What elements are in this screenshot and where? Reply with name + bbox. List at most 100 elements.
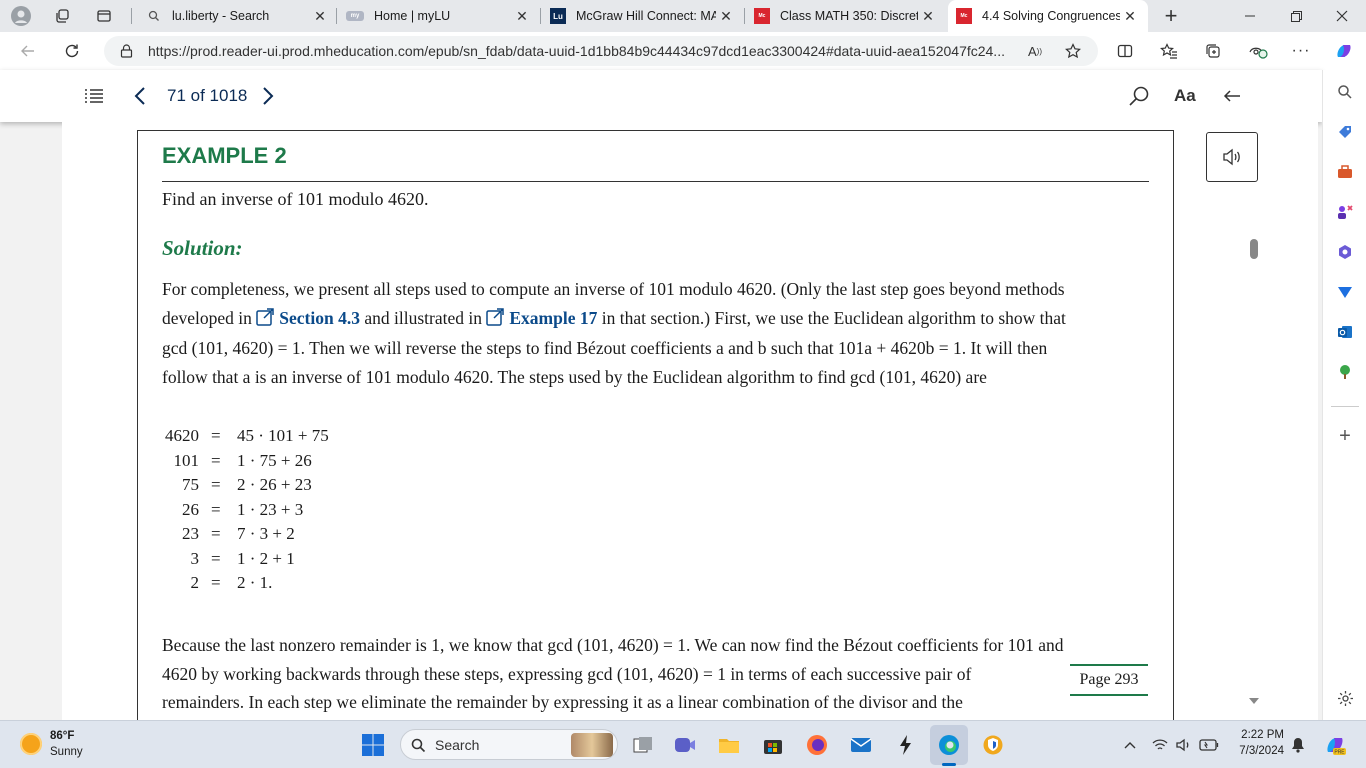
tree-icon[interactable] [1335,362,1355,382]
shopping-tag-icon[interactable] [1335,122,1355,142]
copilot-icon[interactable] [1332,40,1356,62]
back-arrow-icon[interactable] [16,40,40,62]
chevron-up-icon[interactable] [1120,735,1140,755]
read-aloud-icon[interactable]: A)) [1024,41,1046,61]
reader-toolbar: 71 of 1018 Aa [0,70,1322,122]
minimize-button[interactable] [1238,6,1262,26]
close-icon[interactable]: ✕ [716,8,736,25]
close-icon[interactable]: ✕ [310,8,330,25]
shield-icon[interactable] [980,732,1006,758]
add-icon[interactable]: + [1335,425,1355,447]
tab-mylu[interactable]: my Home | myLU ✕ [340,0,538,32]
mylu-icon: my [346,11,364,21]
edge-sidebar: + [1322,70,1366,720]
book-page: EXAMPLE 2 Find an inverse of 101 modulo … [62,122,1318,730]
weather-widget[interactable]: 86°F Sunny [18,729,138,763]
copilot-preview-icon[interactable]: PRE [1322,732,1348,758]
teams-meet-icon[interactable] [672,732,698,758]
firefox-icon[interactable] [804,732,830,758]
mail-icon[interactable] [848,732,874,758]
scrollbar-thumb[interactable] [1250,239,1258,259]
restore-button[interactable] [1284,6,1308,26]
close-icon[interactable]: ✕ [918,8,938,25]
previous-page-icon[interactable] [130,84,150,108]
split-screen-icon[interactable] [1114,40,1136,62]
active-app-indicator [942,763,956,766]
equals-sign: = [211,426,221,445]
send-icon[interactable] [1335,282,1355,302]
equation-lhs: 101 [173,450,200,470]
scroll-down-arrow[interactable] [1249,698,1259,704]
microsoft-store-icon[interactable] [760,732,786,758]
windows-start-icon[interactable] [360,732,386,758]
close-icon[interactable]: ✕ [1120,8,1140,25]
search-icon[interactable] [1335,82,1355,102]
clock-date[interactable]: 7/3/2024 [1226,745,1284,757]
svg-text:PRE: PRE [1334,750,1345,756]
extensions-icon[interactable] [1246,40,1270,62]
example-box: EXAMPLE 2 Find an inverse of 101 modulo … [137,130,1174,730]
page-counter: 71 of 1018 [167,86,248,105]
tab-title: lu.liberty - Search [172,9,270,23]
more-options-icon[interactable]: ··· [1290,40,1312,62]
favorite-star-icon[interactable] [1062,41,1084,61]
equation-lhs: 3 [190,548,200,568]
weather-temperature: 86°F [50,730,75,742]
lock-icon[interactable] [118,43,134,59]
back-return-icon[interactable] [1220,84,1244,108]
equation-lhs: 2 [190,573,200,592]
table-of-contents-icon[interactable] [82,84,106,108]
wifi-icon[interactable] [1150,735,1170,755]
address-bar[interactable]: https://prod.reader-ui.prod.mheducation.… [104,36,1098,66]
collections-icon[interactable] [1202,40,1224,62]
games-icon[interactable] [1335,202,1355,222]
search-icon[interactable] [1126,83,1152,109]
tab-connect[interactable]: Lu McGraw Hill Connect: MAT ✕ [544,0,742,32]
notification-bell-icon[interactable] [1288,735,1308,755]
page-marker-label: Page 293 [1079,671,1139,688]
equation-lhs: 26 [182,499,199,519]
power-automate-icon[interactable] [892,732,918,758]
paragraph-line: 4620 by working backwards through these … [162,663,972,684]
tab-class-math[interactable]: Mc Class MATH 350: Discrete ✕ [748,0,944,32]
taskbar-search-box[interactable]: Search [400,729,618,760]
solution-paragraph-2: Because the last nonzero remainder is 1,… [162,631,1152,717]
windows-taskbar: 86°F Sunny Search 2:22 PM 7/3/2024 PRE [0,720,1366,768]
new-tab-button[interactable]: + [1160,3,1182,28]
equation-lhs: 75 [182,475,199,494]
close-window-button[interactable] [1330,6,1354,26]
tab-actions-icon[interactable] [94,6,114,26]
settings-gear-icon[interactable] [1335,688,1355,708]
tab-solving-congruences[interactable]: Mc 4.4 Solving Congruences ✕ [948,0,1148,32]
audio-button[interactable] [1206,132,1258,182]
file-explorer-icon[interactable] [716,732,742,758]
reader-viewport: 71 of 1018 Aa EXAMPLE 2 Find an inverse … [0,70,1322,730]
tab-title: McGraw Hill Connect: MAT [576,9,716,23]
equals-sign: = [211,475,221,494]
edge-browser-icon[interactable] [936,732,962,758]
task-view-icon[interactable] [630,732,656,758]
equation-rhs: 7 · 3 + 2 [237,524,295,543]
paragraph-text: in that section.) First, we use the Eucl… [597,307,1066,328]
battery-icon[interactable] [1198,735,1220,755]
copilot-sidebar-icon[interactable] [1335,242,1355,262]
outlook-icon[interactable] [1335,322,1355,342]
example-link[interactable]: Example 17 [509,308,597,328]
url-text[interactable]: https://prod.reader-ui.prod.mheducation.… [148,43,1005,59]
volume-icon[interactable] [1174,735,1194,755]
equation-rhs: 1 · 23 + 3 [237,499,304,519]
refresh-icon[interactable] [60,40,84,62]
equals-sign: = [211,548,221,568]
next-page-icon[interactable] [258,84,278,108]
font-size-button[interactable]: Aa [1174,86,1196,106]
equals-sign: = [211,499,221,519]
search-highlight-image [571,733,613,757]
equation-rhs: 1 · 75 + 26 [237,450,312,470]
favorites-icon[interactable] [1158,40,1180,62]
close-icon[interactable]: ✕ [512,8,532,25]
workspaces-icon[interactable] [52,6,72,26]
tab-search[interactable]: lu.liberty - Search ✕ [140,0,336,32]
profile-avatar-icon[interactable] [10,5,32,27]
tools-icon[interactable] [1335,162,1355,182]
clock-time[interactable]: 2:22 PM [1236,729,1284,741]
